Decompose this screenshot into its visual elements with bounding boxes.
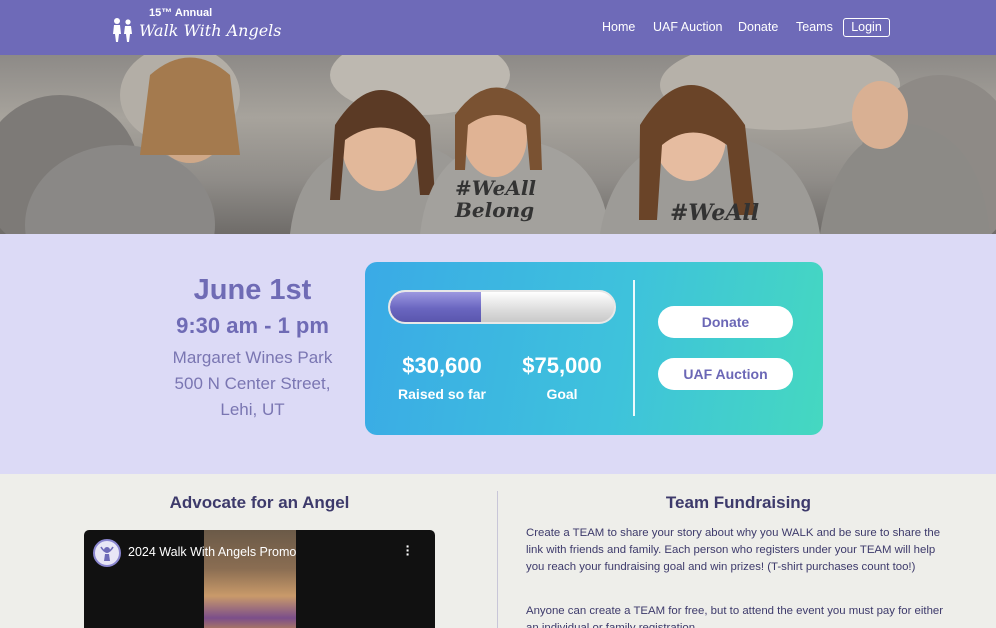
card-divider [633,280,635,416]
donate-button[interactable]: Donate [658,306,793,338]
goal-amount: $75,000 [522,353,602,378]
team-paragraph: Create a TEAM to share your story about … [526,527,941,573]
video-title[interactable]: 2024 Walk With Angels Promo [128,545,296,559]
site-logo[interactable]: 15™ Annual Walk With Angels [111,7,282,47]
svg-text:Belong: Belong [454,198,534,222]
raised-label: Raised so far [398,386,486,402]
progress-bar-fill [390,292,482,322]
logo-title: Walk With Angels [139,21,282,40]
team-fundraising-title: Team Fundraising [665,493,812,512]
svg-text:#WeAll: #WeAll [670,200,759,226]
nav-home[interactable]: Home [602,20,635,34]
crowd-illustration: #WeAll Belong #WeAll [0,55,996,234]
content-section: Advocate for an Angel 2024 Walk With Ang… [0,474,996,628]
nav-uaf-auction[interactable]: UAF Auction [653,20,722,34]
hero-photo: #WeAll Belong #WeAll [0,55,996,234]
column-divider [497,491,498,628]
goal-label: Goal [546,386,578,402]
login-button[interactable]: Login [843,18,890,37]
event-address-line: Lehi, UT [220,400,285,419]
logo-anniversary: 15™ Annual [149,7,213,19]
nav-donate[interactable]: Donate [738,20,778,34]
nav-teams[interactable]: Teams [796,20,833,34]
progress-bar [388,290,616,324]
event-info-band: June 1st 9:30 am - 1 pm Margaret Wines P… [0,234,996,474]
event-time: 9:30 am - 1 pm [176,313,329,338]
event-address-line: Margaret Wines Park [172,348,333,367]
channel-logo-icon[interactable] [93,539,121,567]
site-header: 15™ Annual Walk With Angels Home UAF Auc… [0,0,996,55]
team-paragraph: Anyone can create a TEAM for free, but t… [526,605,944,628]
shirt-logo: #WeAll [455,176,536,200]
more-vertical-icon[interactable]: · · · [403,539,413,561]
event-date: June 1st [193,274,312,306]
fundraising-card: $30,600 Raised so far $75,000 Goal Donat… [365,262,823,435]
raised-amount: $30,600 [402,353,482,378]
event-address-line: 500 N Center Street, [174,374,331,393]
advocate-title: Advocate for an Angel [169,493,350,512]
promo-video[interactable]: 2024 Walk With Angels Promo · · · [84,530,435,628]
walking-figures-icon [113,18,132,42]
uaf-auction-button[interactable]: UAF Auction [658,358,793,390]
